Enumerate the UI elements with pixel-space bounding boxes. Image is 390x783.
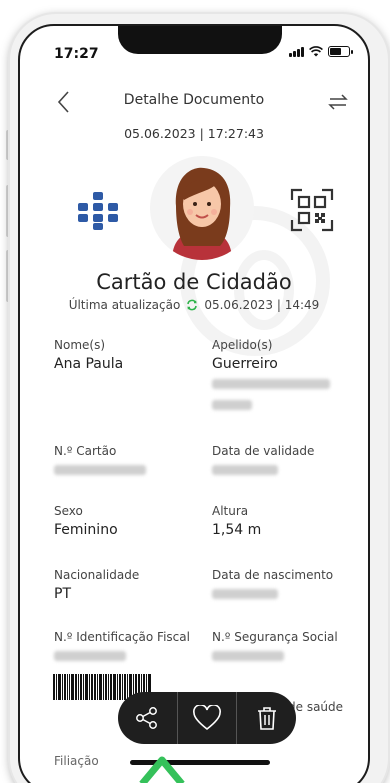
sync-icon [187,299,198,311]
avatar [150,156,254,260]
qr-code-icon[interactable] [290,188,334,232]
status-bar: 17:27 [20,26,368,70]
delete-button[interactable] [237,692,296,744]
field-label: Nome(s) [54,338,106,352]
woman-avatar-icon [172,167,232,260]
field-label: Data de validade [212,444,315,458]
share-button[interactable] [118,692,178,744]
last-update-row: Última atualização 05.06.2023 | 14:49 [20,298,368,312]
field-tax-id: N.º Identificação Fiscal [54,630,190,665]
field-label: Data de nascimento [212,568,334,582]
trash-icon [257,707,276,730]
last-update-value: 05.06.2023 | 14:49 [204,298,320,312]
field-value: Ana Paula [54,356,124,372]
phone-screen: 17:27 Detalhe Documento 05.06.2023 | 17:… [18,24,370,783]
document-title: Cartão de Cidadão [96,270,292,294]
heart-icon [193,705,221,731]
field-value: Guerreiro [212,356,278,372]
favorite-button[interactable] [178,692,238,744]
field-label: de saúde [288,700,344,714]
field-label: Apelido(s) [212,338,273,352]
page-title: Detalhe Documento [123,92,265,108]
field-label: Nacionalidade [54,568,140,582]
arrow-up-icon [139,756,185,783]
field-label: N.º Identificação Fiscal [54,630,190,644]
last-update-label: Última atualização [68,298,181,312]
field-value: PT [54,586,71,602]
wifi-icon [309,46,323,57]
share-icon [136,707,158,729]
swap-arrows-icon[interactable] [326,90,350,114]
redacted-text [212,379,330,389]
field-expiry: Data de validade [212,444,314,479]
field-height: Altura 1,54 m [212,504,261,538]
redacted-text [54,651,126,661]
field-label: Sexo [54,504,83,518]
field-social-security: N.º Segurança Social [212,630,338,665]
field-label: N.º Segurança Social [212,630,338,644]
battery-icon [328,46,353,57]
field-value: Feminino [54,522,118,538]
field-birthdate: Data de nascimento [212,568,333,603]
field-value: 1,54 m [212,522,262,538]
field-label: Altura [212,504,249,518]
header: Detalhe Documento [20,86,368,116]
field-nationality: Nacionalidade PT [54,568,139,602]
field-surname: Apelido(s) Guerreiro [212,338,330,414]
field-label: N.º Cartão [54,444,117,458]
redacted-text [212,651,284,661]
signal-icon [289,46,304,57]
redacted-text [212,465,278,475]
portugal-cross-logo [78,192,118,230]
status-time: 17:27 [54,46,99,62]
field-filiation-label: Filiação [54,754,99,768]
redacted-text [212,589,278,599]
status-icons [289,46,353,57]
redacted-text [212,400,252,410]
field-health: de saúde [288,700,343,714]
field-sex: Sexo Feminino [54,504,118,538]
redacted-text [54,465,146,475]
notch [118,26,282,54]
field-card-number: N.º Cartão [54,444,146,479]
field-name: Nome(s) Ana Paula [54,338,123,372]
action-bar [118,692,296,744]
document-datetime: 05.06.2023 | 17:27:43 [124,126,264,141]
